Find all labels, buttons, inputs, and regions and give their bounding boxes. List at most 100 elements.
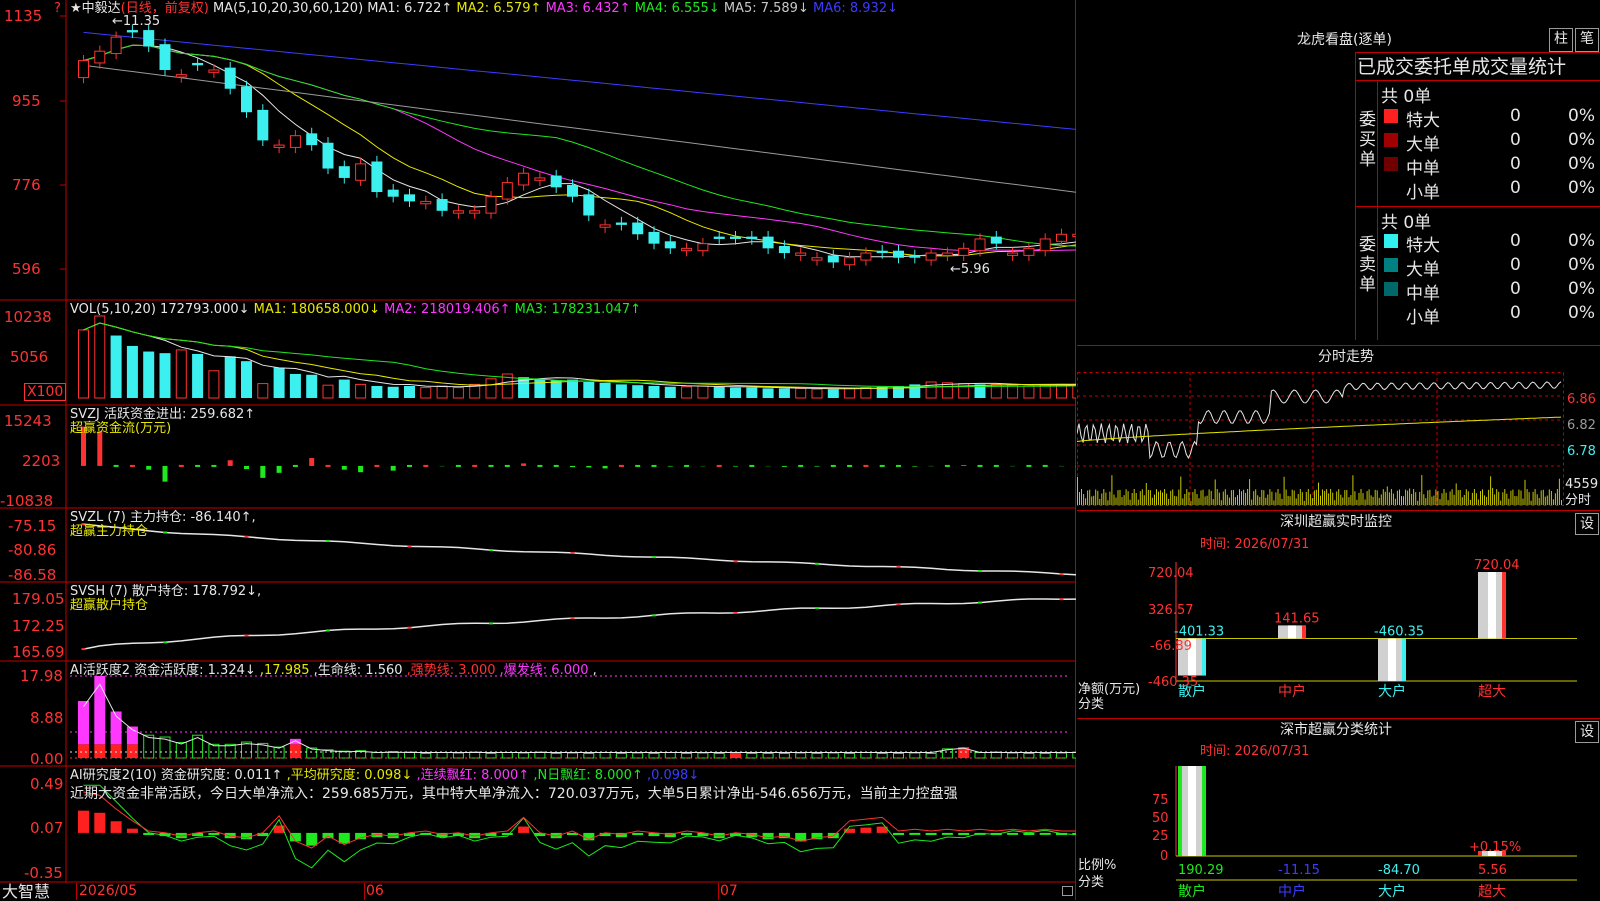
- vol-unit-badge[interactable]: X100: [24, 383, 66, 401]
- holding-dot: [163, 641, 167, 643]
- volume-bar: [209, 371, 219, 398]
- svsh-subtitle: 超赢散户持仓: [70, 598, 148, 613]
- ai2-bar: [632, 833, 643, 835]
- ai1-bar-green: [1008, 753, 1018, 758]
- kline-svg[interactable]: [0, 0, 1076, 900]
- ai2-axis-mid: 0.07: [30, 819, 63, 837]
- intraday-vol-bar: [1215, 479, 1216, 505]
- volume-bar: [828, 389, 839, 398]
- intraday-vol-bar: [1482, 489, 1483, 505]
- intraday-vol-bar: [1241, 491, 1242, 505]
- candle-body-down: [567, 185, 578, 197]
- intraday-vol-bar: [1142, 489, 1143, 505]
- legend-value-3: ,强势线: 3.000: [407, 663, 500, 678]
- candle-body-up: [959, 248, 969, 255]
- intraday-vol-bar: [1409, 489, 1410, 505]
- lock-icon[interactable]: [1062, 886, 1073, 896]
- legend-value-2: ,生命线: 1.560: [314, 663, 407, 678]
- ai1-bar-green: [274, 747, 284, 758]
- intraday-vol-bar: [1433, 496, 1434, 505]
- svzj-bar: [1075, 466, 1076, 467]
- holding-dot: [978, 570, 982, 572]
- szc-category-label: 大户: [1378, 883, 1406, 900]
- intraday-vol-bar: [1255, 489, 1256, 505]
- tick-view-button[interactable]: 笔: [1575, 28, 1599, 52]
- intraday-vol-bar: [1217, 489, 1218, 505]
- holding-dot: [652, 614, 656, 616]
- ai2-axis-top: 0.49: [30, 775, 63, 793]
- sz-monitor-settings-button[interactable]: 设: [1575, 513, 1599, 535]
- order-row-3: 小单00%: [1378, 176, 1600, 200]
- szm-xlabel: 分类: [1078, 697, 1104, 712]
- sell-orders-label: 委卖单: [1359, 235, 1375, 295]
- szm-value-label: -401.33: [1174, 624, 1224, 639]
- order-volume: 0: [1510, 255, 1521, 275]
- order-size-name: 小单: [1406, 303, 1440, 328]
- svzj-header: SVZJ 活跃资金进出: 259.682↑: [70, 407, 255, 422]
- candle-body-down: [616, 223, 627, 225]
- intraday-vol-bar: [1510, 491, 1511, 505]
- svzj-bar: [277, 466, 282, 473]
- intraday-vol-bar: [1269, 489, 1270, 505]
- intraday-vol-bar: [1407, 491, 1408, 505]
- intraday-vol-bar: [1502, 492, 1503, 505]
- intraday-chart[interactable]: [1077, 368, 1600, 510]
- intraday-vol-bar: [1431, 497, 1432, 505]
- volume-bar: [160, 353, 171, 398]
- intraday-vol-bar: [1356, 500, 1357, 505]
- intraday-vol-bar: [1413, 489, 1414, 505]
- szm-bar-highlight: [1488, 572, 1496, 638]
- svzj-tick: [863, 465, 868, 467]
- svzj-tick: [619, 465, 624, 467]
- svzj-tick: [472, 465, 477, 467]
- intraday-vol-bar: [1379, 498, 1380, 505]
- intraday-vol-bar: [1371, 495, 1372, 505]
- sell-rows: 特大00%大单00%中单00%小单00%: [1378, 229, 1600, 329]
- intraday-vol-bar: [1140, 491, 1141, 505]
- intraday-vol-bar: [1450, 491, 1451, 505]
- order-row-0: 特大00%: [1378, 229, 1600, 253]
- ai1-header: AI活跃度2 资金活跃度: 1.324↓ ,17.985 ,生命线: 1.560…: [70, 663, 597, 678]
- help-question-mark[interactable]: ?: [54, 1, 61, 16]
- intraday-vol-bar: [1103, 489, 1104, 505]
- intraday-vol-bar: [1324, 491, 1325, 505]
- intraday-vol-bar: [1130, 500, 1131, 505]
- intraday-vol-bar: [1389, 492, 1390, 505]
- intraday-vol-bar: [1472, 493, 1473, 505]
- left-chart-area[interactable]: ★中毅达(日线，前复权) MA(5,10,20,30,60,120) MA1: …: [0, 0, 1076, 900]
- candle-body-down: [665, 241, 676, 248]
- brand-label: 大智慧: [2, 883, 50, 900]
- intraday-vol-bar: [1545, 497, 1546, 505]
- szm-axis-2: 326.57: [1148, 603, 1194, 618]
- holding-dot: [734, 612, 738, 614]
- svzj-subtitle: 超赢资金流(万元): [70, 421, 171, 436]
- intraday-vol-bar: [1539, 498, 1540, 505]
- svzj-bar: [163, 466, 168, 482]
- order-size-name: 小单: [1406, 178, 1440, 203]
- volume-bar: [665, 387, 676, 398]
- intraday-vol-bar: [1101, 494, 1102, 505]
- candle-body-up: [453, 211, 463, 213]
- svsh-axis-top: 179.05: [12, 590, 65, 608]
- order-percent: 0%: [1568, 255, 1595, 275]
- sz-class-settings-button[interactable]: 设: [1575, 721, 1599, 743]
- candle-body-down: [160, 44, 171, 70]
- volume-bar: [600, 383, 611, 398]
- szc-axis-75: 75: [1152, 793, 1169, 808]
- svzj-tick: [179, 465, 184, 467]
- svzj-bar: [668, 466, 673, 467]
- intraday-vol-bar: [1186, 489, 1187, 505]
- date-label-2026-05: 2026/05: [79, 884, 137, 899]
- order-volume: 0: [1510, 130, 1521, 150]
- volume-bar: [796, 388, 806, 398]
- holding-dot: [1060, 598, 1064, 600]
- bar-view-button[interactable]: 柱: [1549, 28, 1573, 52]
- volume-bar: [1040, 385, 1050, 398]
- ai1-bar-green: [176, 742, 186, 758]
- intraday-vol-bar: [1361, 489, 1362, 505]
- order-percent: 0%: [1568, 154, 1595, 174]
- intraday-vol-bar: [1128, 491, 1129, 505]
- color-swatch: [1384, 157, 1398, 171]
- intraday-vol-unit: 分时: [1565, 493, 1591, 508]
- sz-class-title: 深市超赢分类统计: [1280, 723, 1392, 738]
